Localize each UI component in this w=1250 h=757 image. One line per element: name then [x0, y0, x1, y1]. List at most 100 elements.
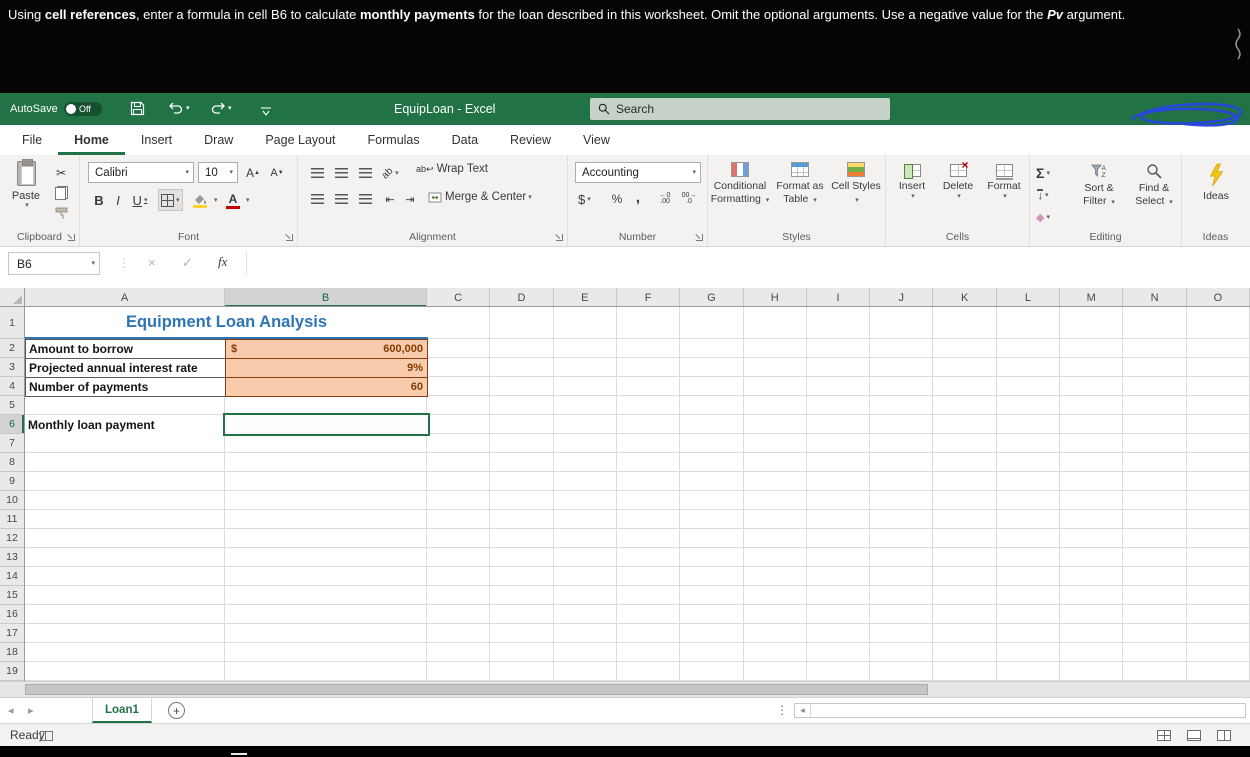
- row-header-15[interactable]: 15: [0, 586, 24, 605]
- sheet-nav-right-icon[interactable]: ▸: [28, 704, 34, 717]
- cell-b6-active[interactable]: [223, 413, 430, 436]
- column-header-a[interactable]: A: [25, 288, 225, 306]
- macro-record-icon[interactable]: [40, 731, 53, 741]
- fill-button[interactable]: ↓ ▾: [1036, 184, 1050, 206]
- tab-scroll-left-icon[interactable]: ◂: [795, 704, 811, 717]
- name-box[interactable]: B6 ▾: [8, 252, 100, 275]
- bottom-align-button[interactable]: [354, 163, 376, 183]
- cell-a2-label[interactable]: Amount to borrow: [25, 339, 226, 359]
- tab-home[interactable]: Home: [58, 125, 125, 155]
- italic-button[interactable]: I: [110, 189, 126, 211]
- cell-b2-value[interactable]: $ 600,000: [225, 339, 428, 359]
- accounting-format-button[interactable]: $ ▾: [578, 189, 591, 209]
- column-header-c[interactable]: C: [427, 288, 491, 306]
- select-all-corner[interactable]: [0, 288, 25, 307]
- top-align-button[interactable]: [306, 163, 328, 183]
- decrease-decimal-button[interactable]: 00→ .0: [678, 189, 700, 209]
- tab-review[interactable]: Review: [494, 125, 567, 155]
- tab-view[interactable]: View: [567, 125, 626, 155]
- customize-quick-access-toolbar-button[interactable]: [260, 104, 272, 122]
- row-header-14[interactable]: 14: [0, 567, 24, 586]
- row-header-16[interactable]: 16: [0, 605, 24, 624]
- cell-b3-value[interactable]: 9%: [225, 358, 428, 378]
- font-color-dropdown[interactable]: ▾: [246, 197, 250, 204]
- sheet-nav-left-icon[interactable]: ◂: [8, 704, 14, 717]
- row-header-11[interactable]: 11: [0, 510, 24, 529]
- number-format-select[interactable]: Accounting ▾: [575, 162, 701, 183]
- format-as-table-button[interactable]: Format as Table ▾: [772, 162, 828, 206]
- column-header-i[interactable]: I: [807, 288, 871, 306]
- cell-a1-title[interactable]: Equipment Loan Analysis: [25, 307, 428, 339]
- sheet-tab-loan1[interactable]: Loan1: [92, 698, 152, 723]
- fill-color-dropdown[interactable]: ▾: [214, 197, 218, 204]
- column-header-l[interactable]: L: [997, 288, 1061, 306]
- format-painter-button[interactable]: [50, 203, 72, 223]
- row-header-2[interactable]: 2: [0, 339, 24, 358]
- column-header-e[interactable]: E: [554, 288, 617, 306]
- ideas-button[interactable]: Ideas: [1196, 163, 1236, 203]
- orientation-button[interactable]: ab ▾: [380, 163, 399, 183]
- increase-font-size-button[interactable]: A ▲: [242, 162, 264, 183]
- cancel-entry-button[interactable]: ×: [148, 255, 156, 270]
- cell-b4-value[interactable]: 60: [225, 377, 428, 397]
- merge-center-button[interactable]: Merge & Center ▾: [428, 191, 532, 203]
- find-select-button[interactable]: Find & Select ▾: [1128, 163, 1180, 208]
- bold-button[interactable]: B: [90, 189, 108, 211]
- page-break-view-button[interactable]: [1212, 727, 1236, 744]
- horizontal-scrollbar[interactable]: [0, 681, 1250, 697]
- paste-button[interactable]: Paste ▾: [5, 159, 47, 229]
- row-header-4[interactable]: 4: [0, 377, 24, 396]
- row-header-1[interactable]: 1: [0, 307, 24, 339]
- borders-button[interactable]: ▾: [158, 189, 183, 211]
- column-header-k[interactable]: K: [933, 288, 997, 306]
- align-right-button[interactable]: [354, 189, 376, 209]
- tab-formulas[interactable]: Formulas: [352, 125, 436, 155]
- clear-button[interactable]: ◆ ▾: [1036, 206, 1050, 228]
- fill-color-button[interactable]: [192, 189, 207, 211]
- row-header-19[interactable]: 19: [0, 662, 24, 681]
- conditional-formatting-button[interactable]: Conditional Formatting ▾: [710, 162, 770, 206]
- middle-align-button[interactable]: [330, 163, 352, 183]
- cell-a6-label[interactable]: Monthly loan payment: [25, 415, 225, 434]
- align-center-button[interactable]: [330, 189, 352, 209]
- increase-indent-button[interactable]: ⇥: [400, 189, 420, 209]
- column-header-h[interactable]: H: [744, 288, 807, 306]
- column-header-j[interactable]: J: [870, 288, 934, 306]
- decrease-indent-button[interactable]: ⇤: [380, 189, 400, 209]
- percent-style-button[interactable]: %: [608, 189, 626, 209]
- font-dialog-launcher[interactable]: [286, 234, 293, 241]
- tab-bar-scrollbar[interactable]: ◂: [794, 703, 1246, 718]
- column-header-m[interactable]: M: [1060, 288, 1124, 306]
- row-header-3[interactable]: 3: [0, 358, 24, 377]
- row-header-10[interactable]: 10: [0, 491, 24, 510]
- tab-data[interactable]: Data: [436, 125, 494, 155]
- row-header-8[interactable]: 8: [0, 453, 24, 472]
- column-header-n[interactable]: N: [1123, 288, 1187, 306]
- alignment-dialog-launcher[interactable]: [556, 234, 563, 241]
- clipboard-dialog-launcher[interactable]: [68, 234, 75, 241]
- cell-grid[interactable]: Equipment Loan Analysis Amount to borrow…: [25, 307, 1250, 681]
- save-button[interactable]: [130, 101, 145, 121]
- number-dialog-launcher[interactable]: [696, 234, 703, 241]
- comma-style-button[interactable]: ,: [630, 187, 646, 207]
- tab-draw[interactable]: Draw: [188, 125, 249, 155]
- underline-button[interactable]: U ▾: [128, 189, 152, 211]
- tab-page-layout[interactable]: Page Layout: [249, 125, 351, 155]
- align-left-button[interactable]: [306, 189, 328, 209]
- row-header-13[interactable]: 13: [0, 548, 24, 567]
- row-header-5[interactable]: 5: [0, 396, 24, 415]
- decrease-font-size-button[interactable]: A ▼: [266, 162, 288, 183]
- tab-insert[interactable]: Insert: [125, 125, 188, 155]
- undo-button[interactable]: ▾: [168, 102, 190, 115]
- column-header-d[interactable]: D: [490, 288, 554, 306]
- row-header-7[interactable]: 7: [0, 434, 24, 453]
- delete-cells-button[interactable]: Delete ▾: [936, 158, 980, 200]
- insert-function-button[interactable]: fx: [218, 254, 227, 270]
- copy-button[interactable]: [50, 183, 72, 203]
- autosum-button[interactable]: Σ ▾: [1036, 162, 1050, 184]
- cut-button[interactable]: ✂: [50, 163, 72, 183]
- column-header-g[interactable]: G: [680, 288, 744, 306]
- tab-file[interactable]: File: [6, 125, 58, 155]
- cell-styles-button[interactable]: Cell Styles ▾: [830, 162, 882, 206]
- font-name-select[interactable]: Calibri ▾: [88, 162, 194, 183]
